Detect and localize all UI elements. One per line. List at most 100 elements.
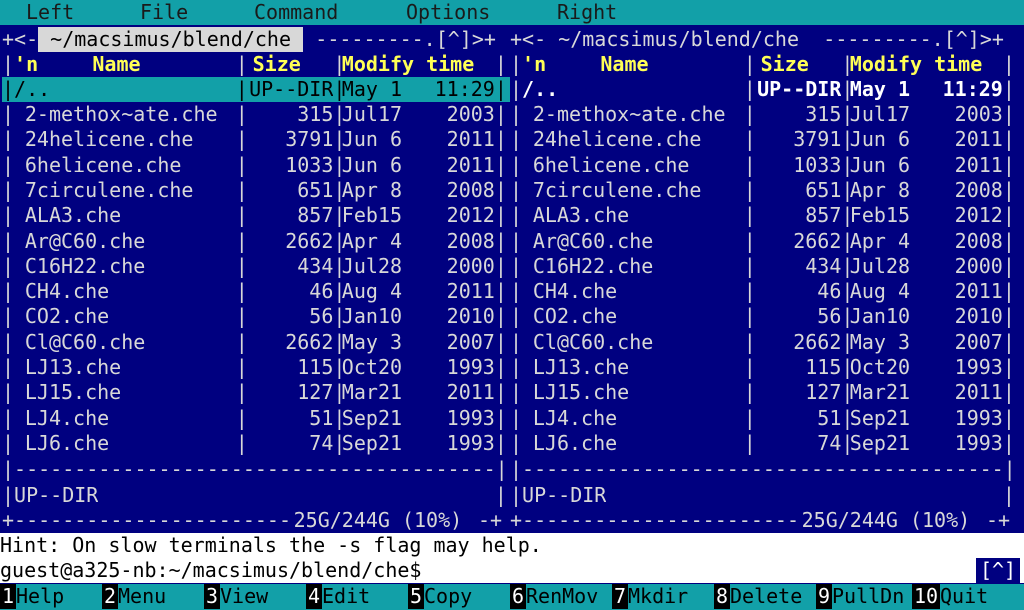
fkey-delete-button[interactable]: Delete — [730, 584, 802, 609]
right_panel-file-row[interactable]: | LJ13.che | 115 | Oct 20 1993 | — [510, 355, 1018, 380]
left_panel-file-row[interactable]: | ALA3.che | 857 | Feb 15 2012 | — [2, 203, 510, 228]
fkey-edit-button[interactable]: Edit — [322, 584, 370, 609]
file-month: May — [341, 329, 378, 354]
right_panel-file-row[interactable]: | C16H22.che | 434 | Jul 28 2000 | — [510, 254, 1018, 279]
left_panel-path[interactable]: ~/macsimus/blend/che — [38, 27, 304, 52]
file-name: 2-methox~ate.che — [532, 102, 726, 126]
right_panel-file-row[interactable]: | CH4.che | 46 | Aug 4 2011 | — [510, 279, 1018, 304]
file-name: 7circulene.che — [24, 177, 194, 202]
left_panel-file-row[interactable]: | 24helicene.che | 3791 | Jun 6 2011 | — [2, 127, 510, 152]
right_panel-file-row[interactable]: | 6helicene.che | 1033 | Jun 6 2011 | — [510, 153, 1018, 178]
right_panel-col-mtime[interactable]: Modify time — [850, 52, 982, 77]
left_panel-file-row[interactable]: | C16H22.che | 434 | Jul 28 2000 | — [2, 254, 510, 279]
left_panel-file-row[interactable]: | LJ6.che | 74 | Sep 21 1993 | — [2, 431, 510, 456]
command-line[interactable]: guest@a325-nb:~/macsimus/blend/che$ [^] — [0, 558, 1024, 583]
border-bar: | — [2, 77, 15, 101]
menu-command[interactable]: Command — [254, 0, 338, 25]
right_panel-file-row[interactable]: | LJ6.che | 74 | Sep 21 1993 | — [510, 431, 1018, 456]
right_panel-file-row[interactable]: | LJ15.che | 127 | Mar 21 2011 | — [510, 380, 1018, 405]
menu-options[interactable]: Options — [406, 0, 490, 25]
file-year: 2011 — [954, 127, 1003, 152]
fkey-view-button[interactable]: View — [220, 584, 268, 609]
left_panel-file-row[interactable]: | CH4.che | 46 | Aug 4 2011 | — [2, 279, 510, 304]
prompt-indicator[interactable]: [^] — [976, 558, 1020, 583]
fkey-pulldn-button[interactable]: PullDn — [832, 584, 904, 609]
left_panel-file-row[interactable]: | 7circulene.che | 651 | Apr 8 2008 | — [2, 178, 510, 203]
function-key-bar: 1 Help 2 Menu 3 View 4 Edit 5 Copy 6 RenMov 7 Mkdir 8 D… — [0, 584, 1024, 610]
border-bar: | — [1002, 430, 1015, 455]
menu-file[interactable]: File — [140, 0, 188, 25]
right_panel-corner: +<- — [510, 27, 547, 51]
fkey-10-number[interactable]: 10 — [912, 584, 941, 609]
fkey-7-number[interactable]: 7 — [612, 584, 629, 609]
file-year: 2003 — [954, 102, 1003, 126]
fkey-menu-button[interactable]: Menu — [118, 584, 166, 609]
fkey-renmov-button[interactable]: RenMov — [526, 584, 598, 609]
file-year: 2011 — [954, 152, 1003, 177]
right_panel-file-row[interactable]: | 7circulene.che | 651 | Apr 8 2008 | — [510, 178, 1018, 203]
fkey-quit-button[interactable]: Quit — [940, 584, 988, 609]
border-bar: | — [510, 127, 523, 152]
left_panel-file-row[interactable]: | LJ4.che | 51 | Sep 21 1993 | — [2, 406, 510, 431]
right_panel-parent-name: /.. — [522, 77, 559, 101]
right_panel-file-row[interactable]: | 24helicene.che | 3791 | Jun 6 2011 | — [510, 127, 1018, 152]
left_panel-file-row[interactable]: | LJ13.che | 115 | Oct 20 1993 | — [2, 355, 510, 380]
file-day: 21 — [377, 380, 403, 405]
right_panel-file-row[interactable]: | ALA3.che | 857 | Feb 15 2012 | — [510, 203, 1018, 228]
file-year: 1993 — [954, 355, 1003, 379]
menu-right[interactable]: Right — [557, 0, 617, 25]
border-dashes: +----------------------- — [2, 508, 291, 532]
left_panel-col-size[interactable]: Size — [253, 52, 301, 77]
right_panel-file-row[interactable]: | LJ4.che | 51 | Sep 21 1993 | — [510, 406, 1018, 431]
right_panel-parent-row[interactable]: |/.. | UP--DIR | May 1 11:29 | — [510, 77, 1018, 102]
file-day: 28 — [885, 253, 911, 278]
right_panel-path[interactable]: ~/macsimus/blend/che — [546, 27, 811, 52]
left_panel-col-name[interactable]: Name — [92, 52, 140, 77]
left_panel-file-row[interactable]: | 6helicene.che | 1033 | Jun 6 2011 | — [2, 153, 510, 178]
left_panel-header-row: |'n Name | Size | Modify time | — [2, 52, 510, 77]
fkey-9-number[interactable]: 9 — [816, 584, 833, 609]
file-name: CO2.che — [24, 304, 110, 329]
file-day: 20 — [885, 355, 911, 379]
left_panel-col-n[interactable]: 'n — [14, 52, 38, 77]
fkey-mkdir-button[interactable]: Mkdir — [628, 584, 688, 609]
fkey-2-number[interactable]: 2 — [102, 584, 119, 609]
left_panel-top-dashes[interactable]: ---------.[^]>+ — [303, 27, 496, 52]
right_panel-parent-time: 11:29 — [942, 77, 1003, 101]
border-bar: | — [510, 253, 523, 278]
left_panel-file-row[interactable]: | LJ15.che | 127 | Mar 21 2011 | — [2, 380, 510, 405]
file-month: Jan — [849, 304, 886, 329]
fkey-4-number[interactable]: 4 — [306, 584, 323, 609]
fkey-help-button[interactable]: Help — [16, 584, 64, 609]
fkey-5-number[interactable]: 5 — [408, 584, 425, 609]
left_panel-status: UP--DIR — [14, 483, 99, 507]
fkey-6-number[interactable]: 6 — [510, 584, 527, 609]
menu-left[interactable]: Left — [26, 0, 74, 25]
hint-text: Hint: On slow terminals the -s flag may … — [0, 533, 542, 557]
left_panel-file-row[interactable]: | Cl@C60.che | 2662 | May 3 2007 | — [2, 330, 510, 355]
right_panel-file-row[interactable]: | Cl@C60.che | 2662 | May 3 2007 | — [510, 330, 1018, 355]
fkey-copy-button[interactable]: Copy — [424, 584, 472, 609]
left_panel-col-mtime[interactable]: Modify time — [342, 52, 474, 77]
file-name: CO2.che — [532, 304, 618, 329]
right_panel-file-row[interactable]: | 2-methox~ate.che | 315 | Jul 17 2003 | — [510, 102, 1018, 127]
left_panel-file-row[interactable]: | CO2.che | 56 | Jan 10 2010 | — [2, 304, 510, 329]
fkey-1-number[interactable]: 1 — [0, 584, 17, 609]
right_panel-file-row[interactable]: | Ar@C60.che | 2662 | Apr 4 2008 | — [510, 229, 1018, 254]
right_panel-col-n[interactable]: 'n — [522, 52, 546, 77]
right_panel-file-row[interactable]: | CO2.che | 56 | Jan 10 2010 | — [510, 304, 1018, 329]
right_panel-col-size[interactable]: Size — [761, 52, 809, 77]
command-prompt[interactable]: guest@a325-nb:~/macsimus/blend/che$ — [0, 558, 421, 583]
left_panel-file-row[interactable]: | 2-methox~ate.che | 315 | Jul 17 2003 | — [2, 102, 510, 127]
file-size: 56 — [309, 304, 334, 329]
left_panel-file-row[interactable]: | Ar@C60.che | 2662 | Apr 4 2008 | — [2, 229, 510, 254]
fkey-8-number[interactable]: 8 — [714, 584, 731, 609]
fkey-3-number[interactable]: 3 — [204, 584, 221, 609]
left_panel-parent-row[interactable]: |/.. | UP--DIR | May 1 11:29 | — [2, 77, 510, 102]
right_panel-col-name[interactable]: Name — [600, 52, 648, 77]
border-bar: | — [2, 203, 15, 228]
file-name: Ar@C60.che — [24, 228, 146, 253]
file-day: 10 — [377, 304, 403, 329]
right_panel-top-dashes[interactable]: ---------.[^]>+ — [811, 27, 1004, 52]
file-size: 2662 — [285, 329, 334, 354]
